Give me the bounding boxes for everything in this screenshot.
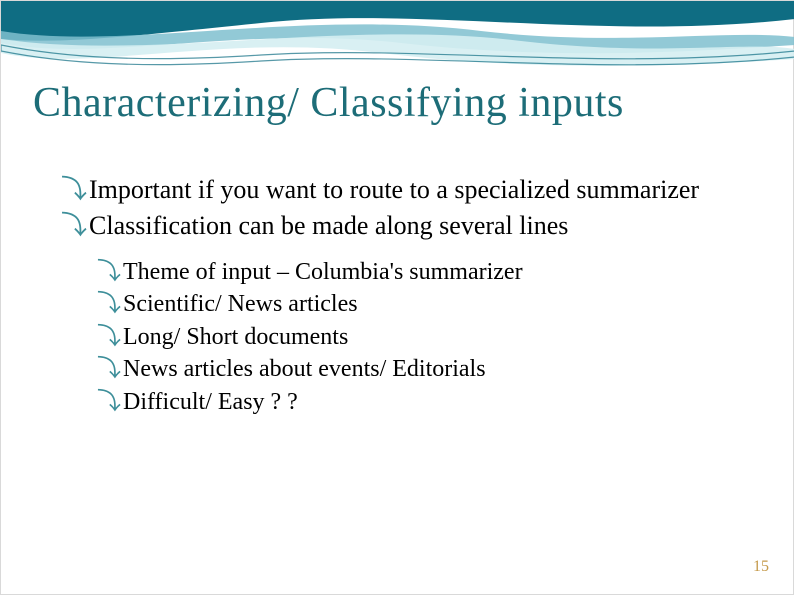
bullet-icon: ⤵: [97, 353, 123, 385]
main-bullet: ⤵Classification can be made along severa…: [61, 209, 753, 243]
wave-decoration: [1, 1, 794, 81]
slide-content: ⤵Important if you want to route to a spe…: [61, 173, 753, 418]
main-bullet-text: Important if you want to route to a spec…: [89, 175, 699, 204]
bullet-icon: ⤵: [97, 321, 123, 353]
bullet-icon: ⤵: [97, 256, 123, 288]
sub-bullet: ⤵Long/ Short documents: [97, 321, 753, 353]
slide-container: Characterizing/ Classifying inputs ⤵Impo…: [0, 0, 794, 595]
sub-bullet-text: News articles about events/ Editorials: [123, 356, 486, 382]
bullet-icon: ⤵: [97, 386, 123, 418]
sub-bullet: ⤵Theme of input – Columbia's summarizer: [97, 256, 753, 288]
sub-bullet-text: Difficult/ Easy ? ?: [123, 389, 298, 415]
main-bullet: ⤵Important if you want to route to a spe…: [61, 173, 753, 207]
slide-title: Characterizing/ Classifying inputs: [33, 79, 624, 127]
sub-bullet-text: Theme of input – Columbia's summarizer: [123, 259, 523, 285]
sub-bullet-text: Long/ Short documents: [123, 324, 348, 350]
bullet-icon: ⤵: [61, 173, 89, 206]
main-bullet-text: Classification can be made along several…: [89, 211, 568, 240]
bullet-icon: ⤵: [97, 288, 123, 320]
page-number: 15: [753, 558, 769, 576]
sub-bullet-text: Scientific/ News articles: [123, 291, 358, 317]
bullet-icon: ⤵: [61, 209, 89, 242]
sub-bullet: ⤵News articles about events/ Editorials: [97, 353, 753, 385]
sub-bullet: ⤵Scientific/ News articles: [97, 288, 753, 320]
sub-bullet: ⤵Difficult/ Easy ? ?: [97, 386, 753, 418]
sub-bullet-list: ⤵Theme of input – Columbia's summarizer …: [61, 256, 753, 418]
